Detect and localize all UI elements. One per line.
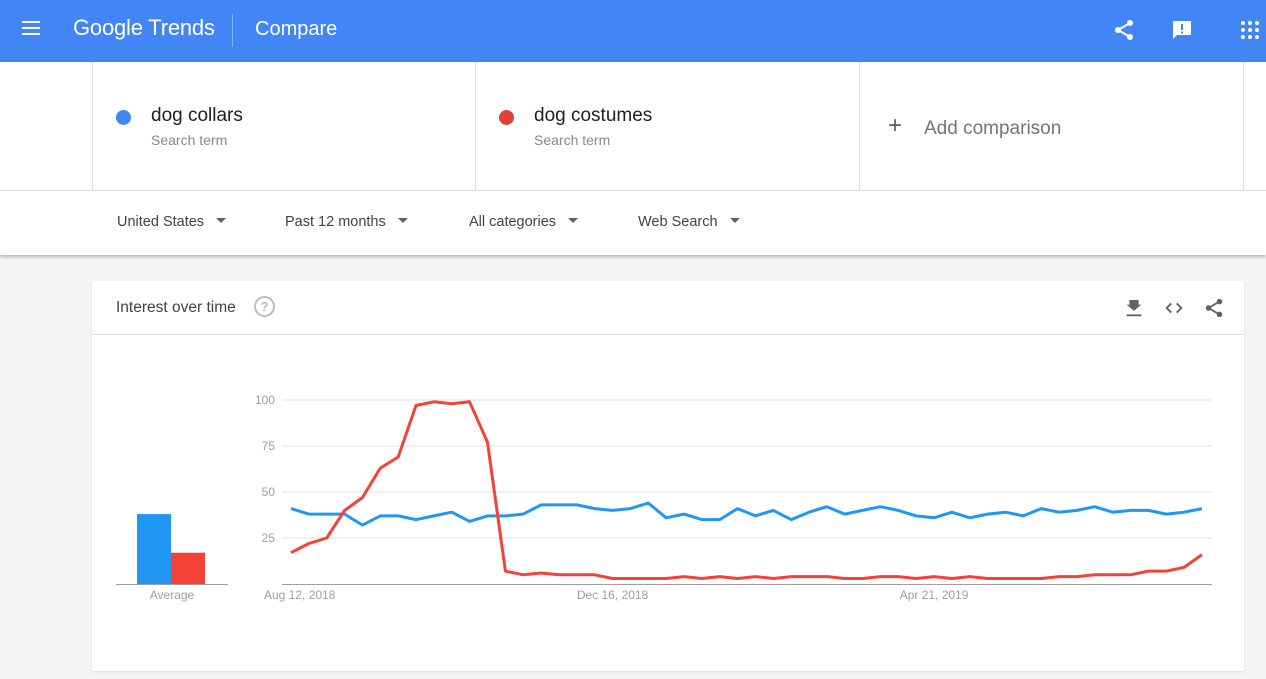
menu-icon[interactable] [22,21,44,39]
filter-bar: United States Past 12 months All categor… [0,191,1266,255]
add-comparison-label: Add comparison [924,118,1062,139]
term-type: Search term [534,132,611,148]
time-range-value: Past 12 months [285,214,386,230]
average-bars: Average [116,514,228,602]
header-divider [232,14,233,47]
region-value: United States [117,214,205,230]
term-color-dot [116,110,131,125]
average-bar-dog-costumes [171,552,205,584]
category-dropdown[interactable]: All categories [469,214,579,230]
interest-over-time-card: Interest over time ? Average 25 50 75 100 A… [92,281,1244,671]
caret-down-icon [729,217,740,223]
x-tick-label: Apr 21, 2019 [900,588,969,602]
search-type-value: Web Search [638,214,718,230]
page-title: Compare [255,18,338,40]
caret-down-icon [568,217,579,223]
x-tick-label: Dec 16, 2018 [577,588,649,602]
apps-grid-icon[interactable] [1238,18,1262,42]
add-comparison-button[interactable]: + Add comparison [859,62,1244,191]
region-dropdown[interactable]: United States [117,214,227,230]
x-tick-label: Aug 12, 2018 [264,588,336,602]
feedback-icon[interactable] [1170,18,1194,42]
term-name[interactable]: dog costumes [534,105,652,127]
series-line-dog-costumes [290,400,1203,580]
gridlines [282,399,1212,585]
x-tick-labels: Aug 12, 2018 Dec 16, 2018 Apr 21, 2019 [264,588,969,602]
average-label: Average [150,588,195,602]
category-value: All categories [469,214,557,230]
y-tick-label: 25 [262,531,276,545]
y-tick-label: 100 [255,393,275,407]
average-bar-dog-collars [137,514,171,584]
interest-chart: Average 25 50 75 100 Aug 12, 2018 Dec 16, 20… [116,393,1212,602]
series-lines [290,400,1203,580]
y-tick-label: 50 [262,485,276,499]
term-card-dog-collars[interactable]: dog collars Search term [92,62,476,191]
share-icon[interactable] [1112,18,1136,42]
plus-icon: + [888,112,903,139]
search-type-dropdown[interactable]: Web Search [638,214,740,230]
compare-terms-panel: dog collars Search term dog costumes Sea… [0,62,1266,191]
logo-trends: Trends [148,15,215,40]
term-card-dog-costumes[interactable]: dog costumes Search term [475,62,860,191]
logo-google: Google [73,15,143,40]
time-range-dropdown[interactable]: Past 12 months [285,214,408,230]
series-line-dog-collars [290,501,1203,527]
caret-down-icon [216,217,227,223]
term-color-dot [499,110,514,125]
term-name[interactable]: dog collars [151,105,243,127]
top-app-bar: Google Trends Compare [0,0,1266,62]
y-tick-labels: 25 50 75 100 [255,393,275,545]
y-tick-label: 75 [262,439,276,453]
term-type: Search term [151,132,228,148]
caret-down-icon [397,217,408,223]
google-trends-logo[interactable]: Google Trends [73,15,215,41]
